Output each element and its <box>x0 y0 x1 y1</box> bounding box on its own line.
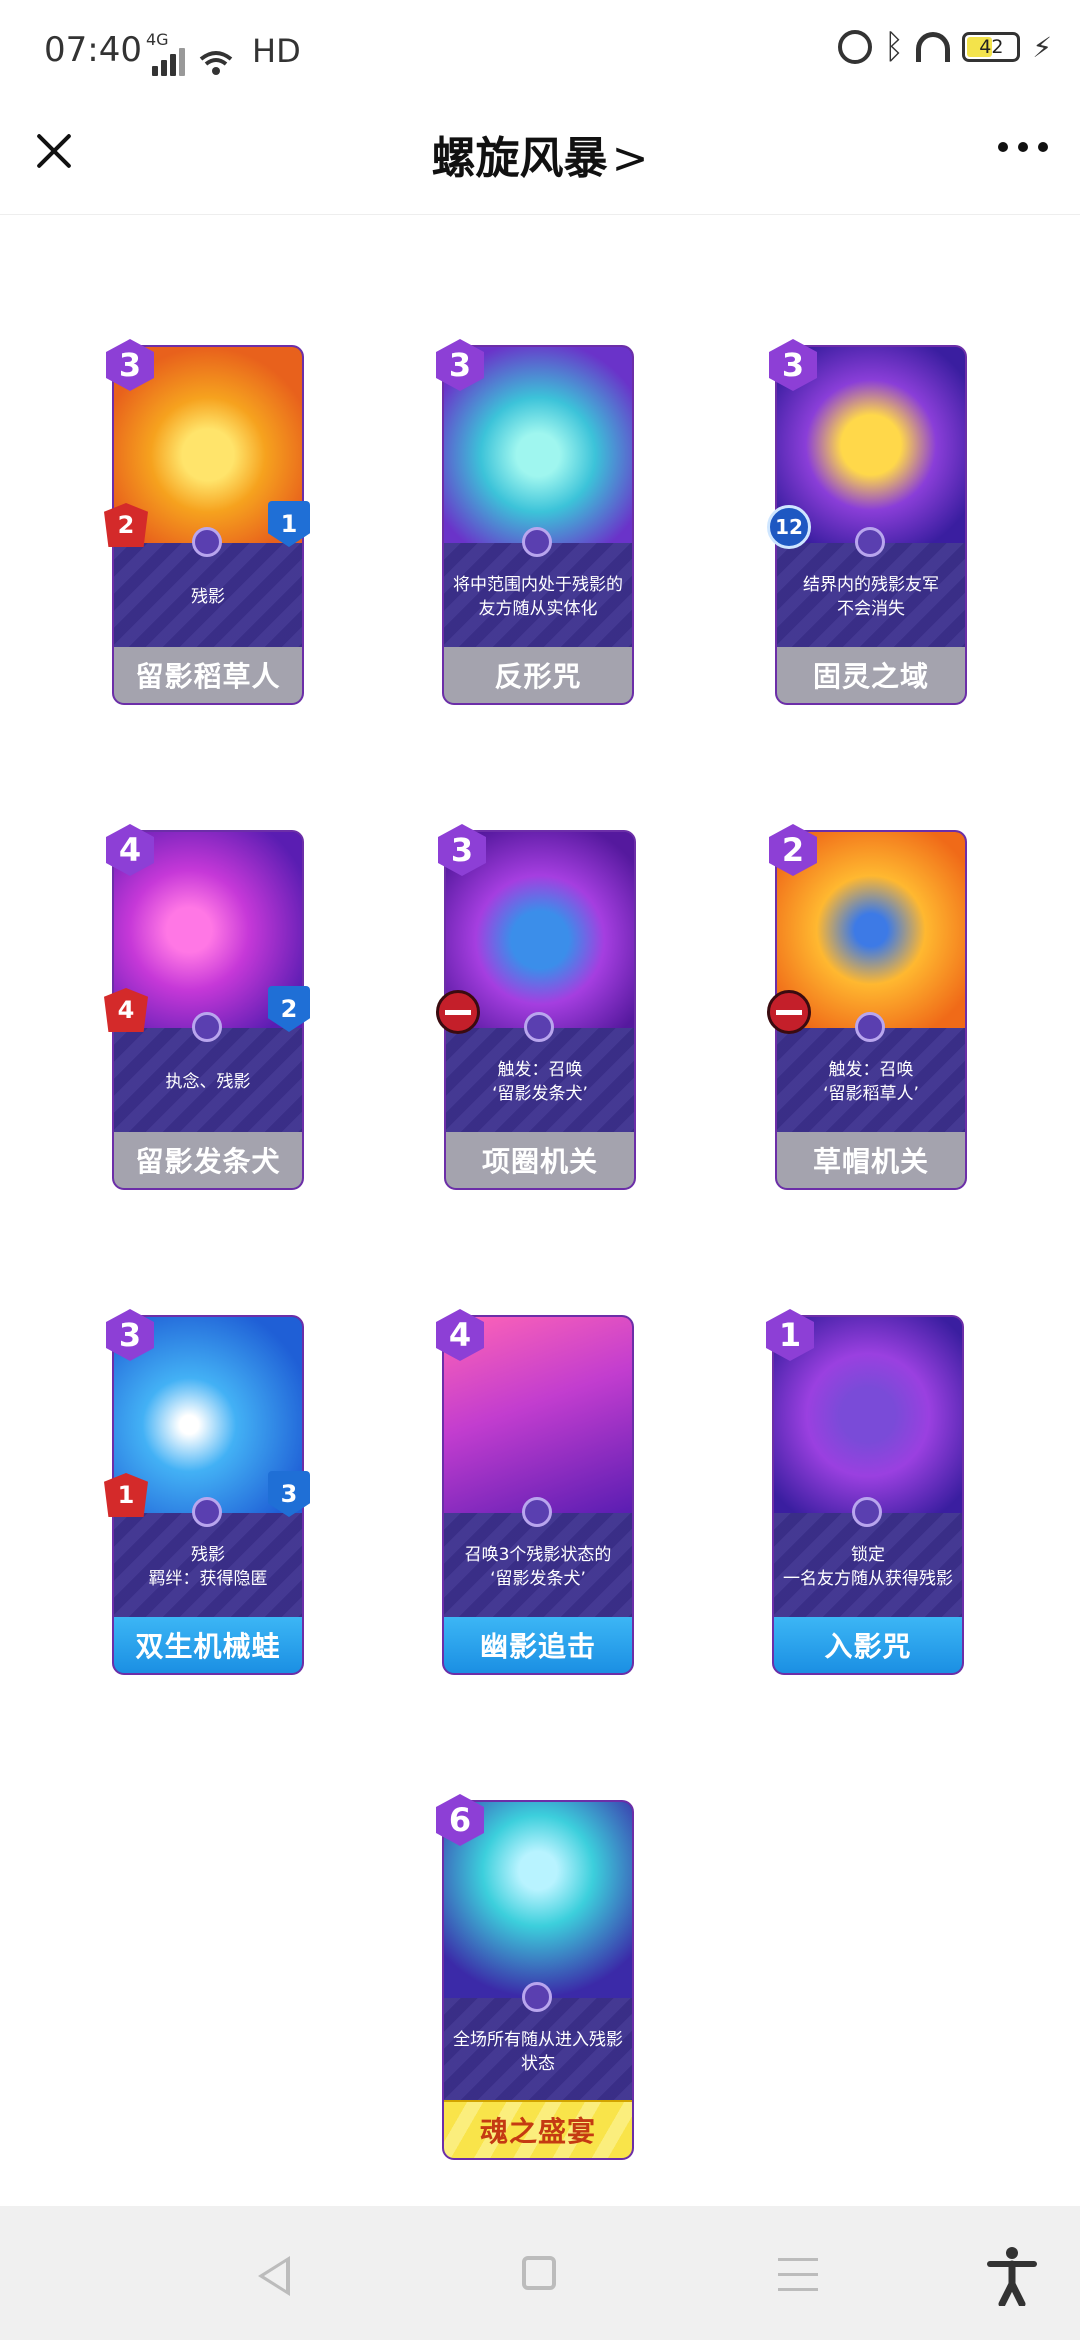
card[interactable]: 触发：召唤 ‘留影发条犬’ 项圈机关 3 <box>436 824 636 1200</box>
card-emblem-icon <box>192 1497 222 1527</box>
accessibility-icon[interactable] <box>986 2246 1038 2306</box>
wifi-icon <box>199 51 233 75</box>
alarm-icon <box>837 30 872 64</box>
charging-icon: ⚡ <box>1032 30 1052 64</box>
signal-icon: 4G <box>146 30 233 76</box>
card-name: 草帽机关 <box>777 1132 965 1188</box>
card-name: 幽影追击 <box>444 1617 632 1673</box>
card-attack-badge: 4 <box>104 988 148 1032</box>
card-emblem-icon <box>855 1012 885 1042</box>
top-nav: 螺旋风暴> <box>0 100 1080 215</box>
card-name: 项圈机关 <box>446 1132 634 1188</box>
system-nav-bar <box>0 2206 1080 2340</box>
card-name: 入影咒 <box>774 1617 962 1673</box>
hd-indicator: HD <box>252 32 301 70</box>
card[interactable]: 残影 留影稻草人 3 2 1 <box>104 339 310 715</box>
chevron-right-icon: > <box>611 133 649 184</box>
card[interactable]: 结界内的残影友军 不会消失 固灵之域 3 12 <box>767 339 967 715</box>
card[interactable]: 触发：召唤 ‘留影稻草人’ 草帽机关 2 <box>767 824 967 1200</box>
card-emblem-icon <box>855 527 885 557</box>
card[interactable]: 全场所有随从进入残影 状态 魂之盛宴 6 <box>436 1794 634 2170</box>
card-description: 全场所有随从进入残影 状态 <box>444 1998 632 2106</box>
card-attack-badge: 1 <box>104 1473 148 1517</box>
card-frame: 锁定 一名友方随从获得残影 入影咒 <box>772 1315 964 1675</box>
card-frame: 全场所有随从进入残影 状态 魂之盛宴 <box>442 1800 634 2160</box>
card-emblem-icon <box>192 1012 222 1042</box>
card-description: 锁定 一名友方随从获得残影 <box>774 1513 962 1621</box>
card-emblem-icon <box>522 1497 552 1527</box>
card[interactable]: 执念、残影 留影发条犬 4 4 2 <box>104 824 310 1200</box>
card-trap-icon <box>767 990 811 1034</box>
card-name: 留影稻草人 <box>114 647 302 703</box>
card-name: 留影发条犬 <box>114 1132 302 1188</box>
card-description: 残影 <box>114 543 302 651</box>
network-type: 4G <box>146 30 169 49</box>
card-description: 召唤3个残影状态的 ‘留影发条犬’ <box>444 1513 632 1621</box>
card-description: 结界内的残影友军 不会消失 <box>777 543 965 651</box>
more-icon[interactable] <box>998 142 1048 152</box>
card-description: 将中范围内处于残影的 友方随从实体化 <box>444 543 632 651</box>
card-name: 魂之盛宴 <box>444 2100 632 2158</box>
card-emblem-icon <box>852 1497 882 1527</box>
card[interactable]: 将中范围内处于残影的 友方随从实体化 反形咒 3 <box>436 339 634 715</box>
card-description: 触发：召唤 ‘留影发条犬’ <box>446 1028 634 1136</box>
menu-icon[interactable] <box>778 2258 818 2303</box>
card-emblem-icon <box>192 527 222 557</box>
card-description: 执念、残影 <box>114 1028 302 1136</box>
card-name: 双生机械蛙 <box>114 1617 302 1673</box>
bluetooth-icon: ᛒ <box>883 27 905 67</box>
card-emblem-icon <box>524 1012 554 1042</box>
back-icon[interactable] <box>258 2256 290 2296</box>
card-name: 反形咒 <box>444 647 632 703</box>
page-title[interactable]: 螺旋风暴> <box>0 122 1080 186</box>
home-icon[interactable] <box>522 2256 556 2290</box>
card-frame: 召唤3个残影状态的 ‘留影发条犬’ 幽影追击 <box>442 1315 634 1675</box>
status-bar: 07:40 4G HD ᛒ 42 ⚡ <box>0 0 1080 100</box>
headphones-icon <box>916 32 951 62</box>
card-description: 残影 羁绊：获得隐匿 <box>114 1513 302 1621</box>
card[interactable]: 锁定 一名友方随从获得残影 入影咒 1 <box>766 1309 964 1685</box>
battery-icon: 42 <box>962 32 1021 62</box>
card-attack-badge: 2 <box>104 503 148 547</box>
card-trap-icon <box>436 990 480 1034</box>
status-time: 07:40 <box>44 30 142 70</box>
card-name: 固灵之域 <box>777 647 965 703</box>
card-emblem-icon <box>522 1982 552 2012</box>
card[interactable]: 残影 羁绊：获得隐匿 双生机械蛙 3 1 3 <box>104 1309 310 1685</box>
card-frame: 将中范围内处于残影的 友方随从实体化 反形咒 <box>442 345 634 705</box>
page-title-text: 螺旋风暴 <box>431 133 608 184</box>
battery-level: 42 <box>979 36 1004 58</box>
card-emblem-icon <box>522 527 552 557</box>
card[interactable]: 召唤3个残影状态的 ‘留影发条犬’ 幽影追击 4 <box>436 1309 634 1685</box>
card-description: 触发：召唤 ‘留影稻草人’ <box>777 1028 965 1136</box>
card-duration-badge: 12 <box>767 505 811 549</box>
